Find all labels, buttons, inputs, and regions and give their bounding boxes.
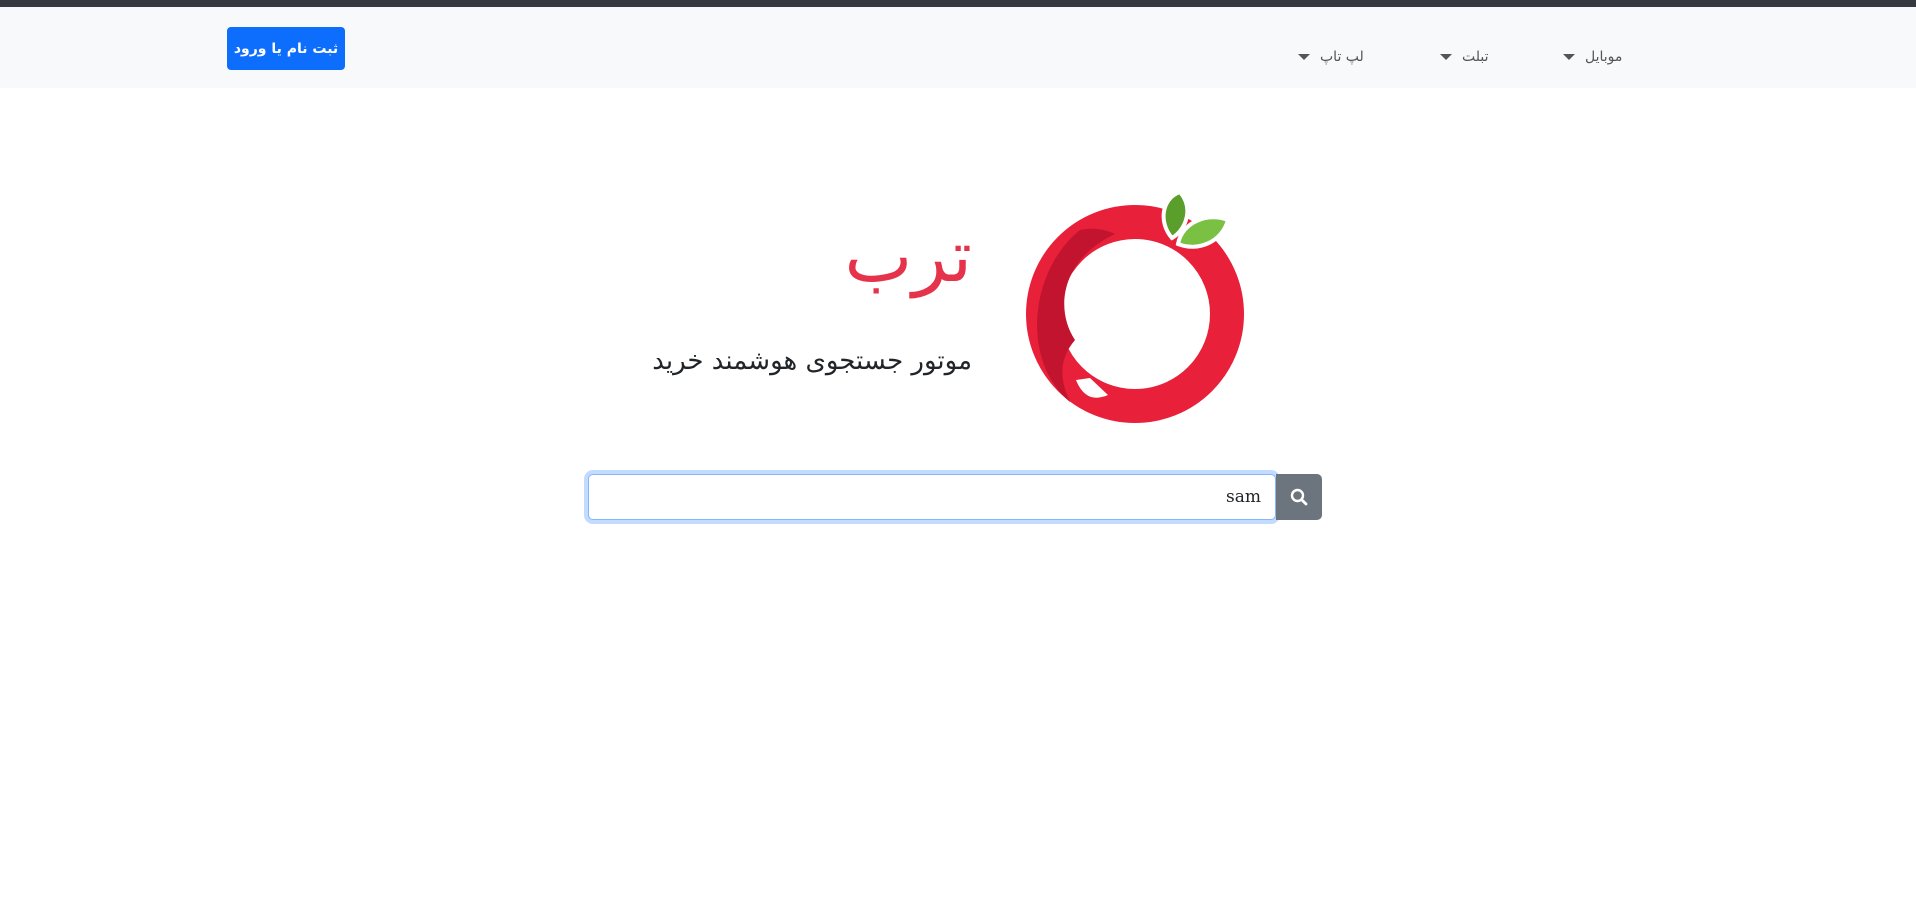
nav-item-label: لپ تاپ <box>1320 49 1364 65</box>
search-button[interactable] <box>1276 474 1322 520</box>
nav-item-mobile[interactable]: موبایل <box>1563 45 1622 69</box>
chevron-down-icon <box>1440 54 1452 60</box>
nav-item-label: تبلت <box>1462 49 1489 65</box>
chevron-down-icon <box>1298 54 1310 60</box>
chevron-down-icon <box>1563 54 1575 60</box>
search-bar <box>588 474 1322 520</box>
logo-icon <box>1026 190 1244 423</box>
navbar: ثبت نام یا ورود لپ تاپ تبلت موبایل <box>0 7 1916 88</box>
search-input[interactable] <box>588 474 1276 520</box>
nav-item-laptop[interactable]: لپ تاپ <box>1298 45 1364 69</box>
login-register-button[interactable]: ثبت نام یا ورود <box>227 27 345 70</box>
nav-item-label: موبایل <box>1585 49 1623 65</box>
brand-tagline: موتور جستجوی هوشمند خرید <box>652 346 972 376</box>
brand-name: ترب <box>844 214 972 298</box>
search-icon <box>1290 488 1308 506</box>
top-strip <box>0 0 1916 7</box>
nav-item-tablet[interactable]: تبلت <box>1440 45 1489 69</box>
